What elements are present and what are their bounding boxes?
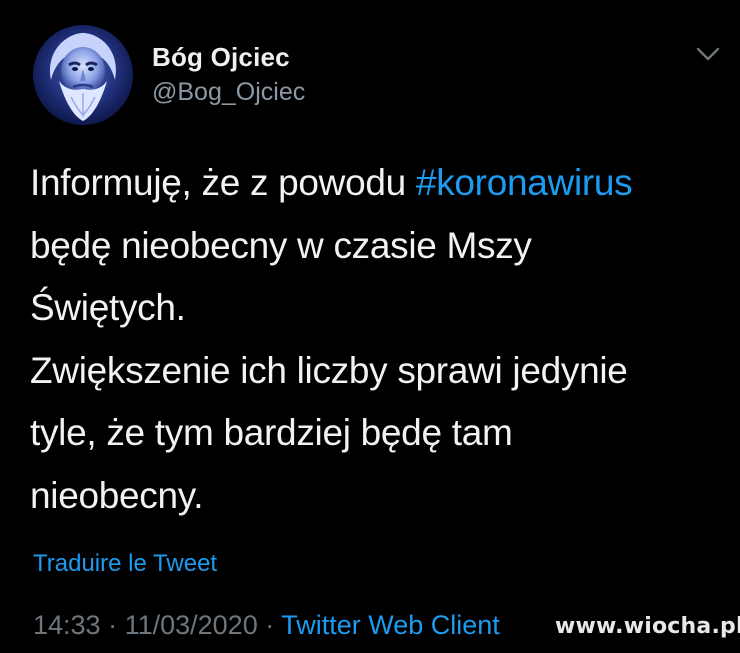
meta-separator: · (257, 610, 282, 640)
avatar[interactable] (33, 25, 133, 125)
tweet-time: 14:33 (33, 610, 101, 640)
watermark: www.wiocha.pl (555, 614, 740, 639)
tweet-card: Bóg Ojciec @Bog_Ojciec Informuję, że z p… (0, 0, 740, 653)
chevron-down-icon[interactable] (694, 44, 722, 64)
tweet-text-intro: Informuję, że z powodu (30, 162, 416, 203)
tweet-metadata: 14:33 · 11/03/2020 · Twitter Web Client (33, 610, 500, 641)
display-name[interactable]: Bóg Ojciec (152, 42, 290, 73)
tweet-client-link[interactable]: Twitter Web Client (281, 610, 500, 640)
hashtag-link[interactable]: #koronawirus (416, 162, 633, 203)
user-handle[interactable]: @Bog_Ojciec (152, 78, 305, 107)
meta-separator: · (100, 610, 125, 640)
tweet-date: 11/03/2020 (124, 610, 258, 640)
translate-tweet-link[interactable]: Traduire le Tweet (33, 550, 217, 578)
tweet-text-rest: będę nieobecny w czasie Mszy Świętych. Z… (30, 224, 628, 516)
tweet-text: Informuję, że z powodu #koronawirus będę… (30, 152, 730, 527)
avatar-image (33, 25, 133, 125)
